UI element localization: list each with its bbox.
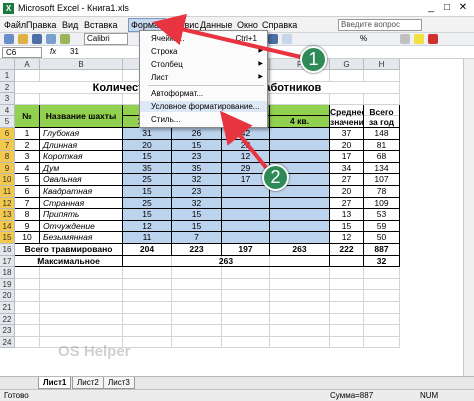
callout-1: 1 (300, 46, 327, 73)
annotation-arrows (152, 13, 306, 172)
status-ready: Готово (4, 391, 29, 400)
status-num: NUM (420, 391, 439, 400)
sheet-tab-bar: Лист1 Лист2 Лист3 (0, 376, 474, 389)
tab-sheet2[interactable]: Лист2 (72, 377, 104, 389)
arrow-to-conditional-formatting (219, 110, 270, 172)
tab-sheet1[interactable]: Лист1 (38, 377, 72, 389)
tab-sheet3[interactable]: Лист3 (103, 377, 135, 389)
arrow-to-format-menu (152, 13, 306, 60)
status-bar: Готово Сумма=887 NUM (0, 389, 474, 401)
callout-2: 2 (262, 164, 289, 191)
status-sum: Сумма=887 (330, 391, 374, 400)
